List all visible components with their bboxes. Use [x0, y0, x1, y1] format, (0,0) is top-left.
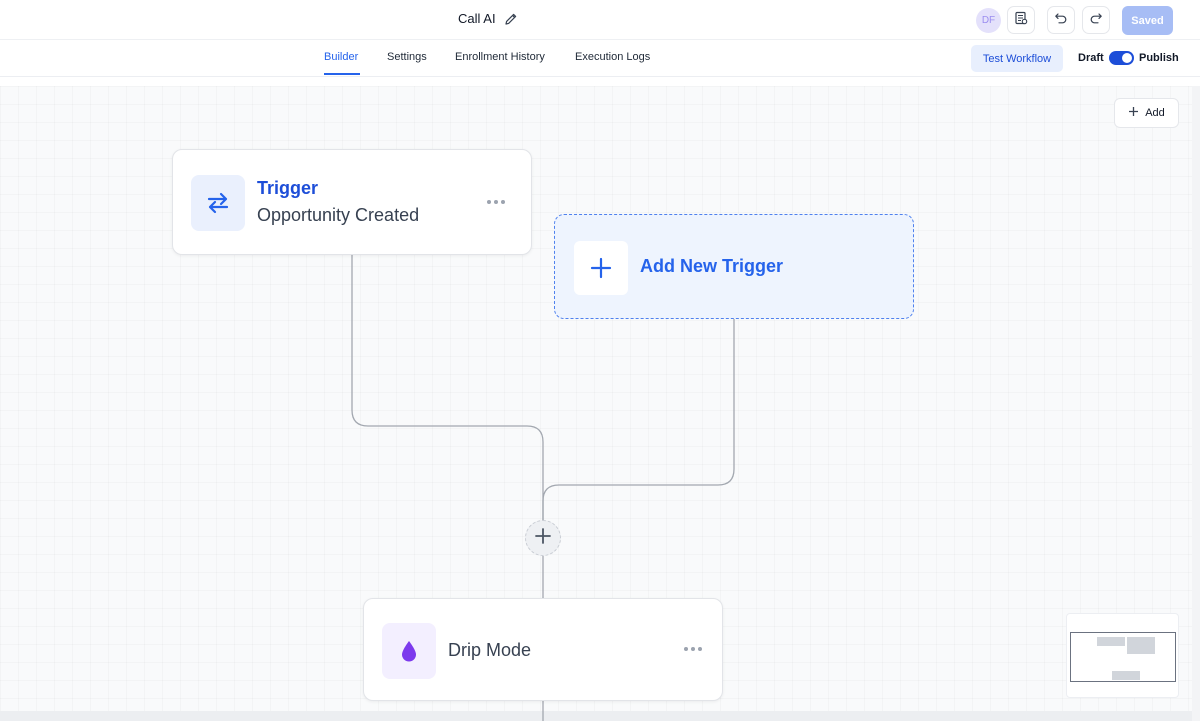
- draft-label: Draft: [1078, 52, 1104, 64]
- toggle-knob: [1122, 53, 1132, 63]
- top-bar: Call AI DF Saved: [0, 0, 1200, 40]
- saved-button[interactable]: Saved: [1122, 6, 1173, 35]
- test-workflow-button[interactable]: Test Workflow: [971, 45, 1063, 72]
- workflow-title-group: Call AI: [458, 11, 518, 26]
- undo-icon: [1054, 11, 1068, 30]
- add-new-trigger-label: Add New Trigger: [640, 256, 784, 276]
- minimap-node: [1112, 671, 1140, 680]
- minimap[interactable]: [1066, 613, 1179, 698]
- add-button[interactable]: Add: [1114, 98, 1179, 128]
- tab-builder[interactable]: Builder: [324, 51, 358, 63]
- minimap-node: [1097, 637, 1125, 646]
- trigger-title: Trigger: [257, 178, 319, 198]
- tab-execution-logs[interactable]: Execution Logs: [575, 51, 650, 63]
- publish-toggle[interactable]: [1109, 51, 1134, 65]
- minimap-node: [1127, 637, 1155, 654]
- active-tab-indicator: [324, 73, 360, 75]
- add-new-trigger-node[interactable]: Add New Trigger: [554, 214, 914, 319]
- trigger-node[interactable]: Trigger Opportunity Created: [172, 149, 532, 255]
- user-avatar[interactable]: DF: [976, 8, 1001, 33]
- plus-icon: [1128, 106, 1139, 120]
- redo-button[interactable]: [1082, 6, 1110, 34]
- workflow-title: Call AI: [458, 11, 496, 26]
- drip-mode-node[interactable]: Drip Mode: [363, 598, 723, 701]
- notes-button[interactable]: [1007, 6, 1035, 34]
- plus-icon: [574, 241, 628, 295]
- tab-bar: Builder Settings Enrollment History Exec…: [0, 40, 1200, 77]
- vertical-scrollbar[interactable]: [1192, 86, 1200, 721]
- edit-pencil-icon[interactable]: [504, 12, 518, 26]
- redo-icon: [1089, 11, 1103, 30]
- arrows-exchange-icon: [191, 175, 245, 231]
- add-button-label: Add: [1145, 107, 1165, 119]
- plus-icon: [534, 527, 552, 550]
- notes-icon: [1014, 11, 1028, 30]
- trigger-subtitle: Opportunity Created: [257, 205, 420, 225]
- tab-settings[interactable]: Settings: [387, 51, 427, 63]
- undo-button[interactable]: [1047, 6, 1075, 34]
- drip-mode-label: Drip Mode: [448, 640, 532, 660]
- droplet-icon: [382, 623, 436, 679]
- insert-step-button[interactable]: [525, 520, 561, 556]
- trigger-more-icon[interactable]: [487, 200, 505, 204]
- drip-more-icon[interactable]: [684, 647, 702, 651]
- horizontal-scrollbar[interactable]: [0, 711, 1192, 721]
- tab-enrollment-history[interactable]: Enrollment History: [455, 51, 545, 63]
- publish-label: Publish: [1139, 52, 1179, 64]
